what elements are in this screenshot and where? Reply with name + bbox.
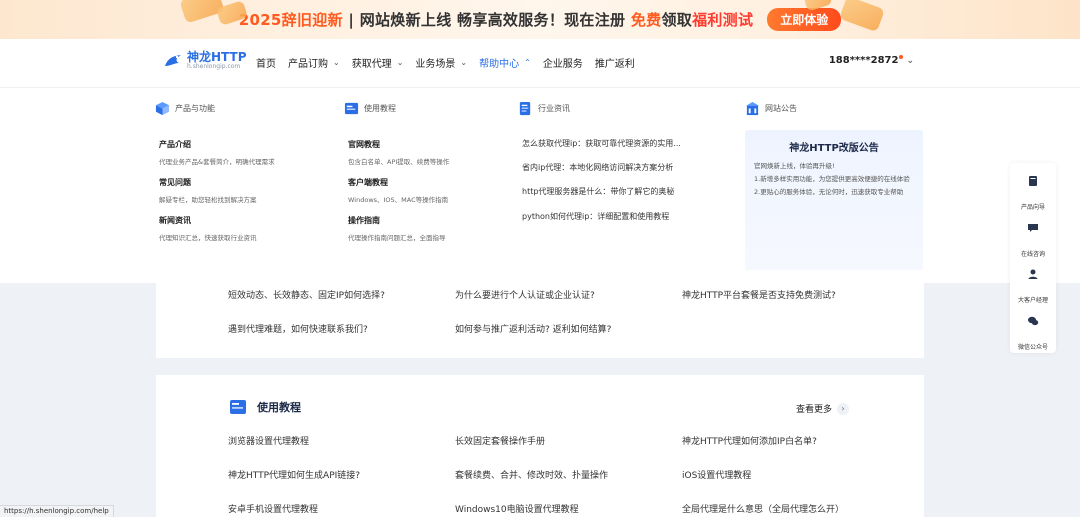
tutorial-section-header: 使用教程	[229, 399, 301, 415]
chat-icon	[1028, 224, 1038, 232]
nav-item-scenarios[interactable]: 业务场景 ⌄	[415, 55, 467, 70]
menu-item-product-intro[interactable]: 产品介绍 代理业务产品&套餐简介，明确代理需求	[159, 139, 275, 166]
document-icon	[519, 101, 531, 115]
col-head-label: 网站公告	[765, 103, 797, 113]
nav-item-referral[interactable]: 推广返利	[595, 55, 635, 70]
chevron-down-icon: ⌄	[906, 55, 914, 66]
tutorial-icon	[344, 102, 359, 114]
try-now-button[interactable]: 立即体验	[767, 8, 842, 31]
nav-item-get-proxy[interactable]: 获取代理 ⌄	[352, 55, 404, 70]
chevron-down-icon: ⌄	[460, 58, 468, 67]
col-announcements: 网站公告	[745, 100, 797, 116]
news-link[interactable]: 怎么获取代理ip：获取可靠代理资源的实用...	[522, 138, 681, 149]
menu-item-client-tutorial[interactable]: 客户端教程 Windows、IOS、MAC等操作指南	[348, 177, 448, 204]
nav-item-help-center[interactable]: 帮助中心 ⌃	[479, 55, 531, 70]
menu-item-news[interactable]: 新闻资讯 代理知识汇总，快速获取行业资讯	[159, 215, 257, 242]
floatbar-wechat[interactable]: 微信公众号	[1010, 315, 1056, 353]
tutorial-link[interactable]: 神龙HTTP代理如何添加IP白名单?	[682, 434, 817, 447]
announcement-line: 1.新增多样实用功能，为您提供更高效便捷的在线体验	[754, 175, 910, 183]
faq-link[interactable]: 遇到代理难题，如何快速联系我们?	[228, 322, 368, 335]
tutorial-link[interactable]: 全局代理是什么意思（全局代理怎么开）	[682, 502, 844, 515]
wechat-icon	[1028, 316, 1039, 326]
col-head-label: 使用教程	[364, 103, 396, 113]
chevron-up-icon: ⌃	[524, 58, 531, 67]
tutorial-link[interactable]: 套餐续费、合并、修改时效、扑量操作	[455, 468, 608, 481]
book-icon	[1029, 176, 1037, 186]
floatbar-account-manager[interactable]: 大客户经理	[1010, 268, 1056, 306]
logo[interactable]: 神龙HTTP h.shenlongip.com	[163, 51, 247, 71]
account-phone: 188****2872	[828, 55, 899, 66]
main-menu: 首页 产品订购 ⌄ 获取代理 ⌄ 业务场景 ⌄ 帮助中心 ⌃ 企业服务 推广返利	[256, 55, 647, 70]
top-nav: 神龙HTTP h.shenlongip.com 首页 产品订购 ⌄ 获取代理 ⌄ 业…	[0, 39, 1080, 87]
tutorial-link[interactable]: Windows10电脑设置代理教程	[455, 502, 579, 515]
notification-dot	[899, 54, 904, 59]
building-icon	[745, 101, 760, 115]
nav-item-enterprise[interactable]: 企业服务	[543, 55, 583, 70]
chevron-down-icon: ⌄	[333, 58, 340, 67]
status-url: https://h.shenlongip.com/help	[0, 505, 114, 517]
promo-year: 2025辞旧迎新	[238, 11, 343, 29]
faq-link[interactable]: 为什么要进行个人认证或企业认证?	[455, 288, 595, 301]
announcement-card[interactable]: 神龙HTTP改版公告 官网焕新上线，体验再升级! 1.新增多样实用功能，为您提供…	[745, 130, 923, 270]
menu-item-faq[interactable]: 常见问题 解疑专栏，助您轻松找到解决方案	[159, 177, 257, 204]
promo-benefit: 福利测试	[692, 11, 754, 29]
promo-text2: 领取	[661, 11, 693, 29]
faq-link[interactable]: 短效动态、长效静态、固定IP如何选择?	[228, 288, 385, 301]
cube-icon	[155, 101, 170, 115]
col-head-label: 产品与功能	[175, 103, 215, 113]
dragon-logo-icon	[163, 52, 183, 70]
announcement-line: 2.更贴心的服务体验，无论何时，迅速获取专业帮助	[754, 188, 904, 196]
promo-free: 免费	[630, 11, 662, 29]
floatbar-product-guide[interactable]: 产品向导	[1010, 175, 1056, 213]
tutorial-link[interactable]: iOS设置代理教程	[682, 468, 751, 481]
floating-toolbar: 产品向导 在线咨询 大客户经理 微信公众号	[1010, 163, 1056, 353]
col-tutorials: 使用教程	[344, 100, 396, 116]
col-product-features: 产品与功能	[155, 100, 215, 116]
menu-item-site-tutorial[interactable]: 官网教程 包含白名单、API提取、续费等操作	[348, 139, 449, 166]
promo-banner[interactable]: 2025辞旧迎新 | 网站焕新上线 畅享高效服务！现在注册 免费领取福利测试 立…	[0, 0, 1080, 39]
view-more-link[interactable]: 查看更多 ›	[796, 402, 850, 415]
help-center-dropdown: 产品与功能 产品介绍 代理业务产品&套餐简介，明确代理需求 常见问题 解疑专栏，…	[0, 87, 1080, 283]
section-title: 使用教程	[257, 401, 301, 414]
news-link[interactable]: python如何代理ip：详细配置和使用教程	[522, 211, 669, 222]
tutorial-link[interactable]: 长效固定套餐操作手册	[455, 434, 545, 447]
chevron-down-icon: ⌄	[396, 58, 404, 67]
floatbar-online-chat[interactable]: 在线咨询	[1010, 222, 1056, 260]
menu-item-guide[interactable]: 操作指南 代理操作指南问题汇总，全面指导	[348, 215, 446, 242]
chevron-right-icon: ›	[837, 402, 850, 415]
announcement-line: 官网焕新上线，体验再升级!	[754, 162, 835, 170]
account-menu[interactable]: 188****2872 ⌄	[828, 54, 914, 66]
news-link[interactable]: http代理服务器是什么：带你了解它的奥秘	[522, 186, 674, 197]
user-icon	[1028, 269, 1038, 279]
logo-domain: h.shenlongip.com	[187, 63, 241, 70]
nav-item-home[interactable]: 首页	[256, 55, 276, 70]
promo-text: | 网站焕新上线 畅享高效服务！现在注册	[342, 11, 631, 29]
faq-link[interactable]: 神龙HTTP平台套餐是否支持免费测试?	[682, 288, 836, 301]
gift-decoration-right	[839, 0, 885, 33]
tutorial-link[interactable]: 神龙HTTP代理如何生成API链接?	[228, 468, 360, 481]
tutorial-link[interactable]: 浏览器设置代理教程	[228, 434, 309, 447]
nav-item-products[interactable]: 产品订购 ⌄	[288, 55, 340, 70]
announcement-title: 神龙HTTP改版公告	[789, 143, 879, 154]
faq-link[interactable]: 如何参与推广返利活动? 返利如何结算?	[455, 322, 611, 335]
col-head-label: 行业资讯	[538, 103, 570, 113]
tutorial-link[interactable]: 安卓手机设置代理教程	[228, 502, 318, 515]
tutorial-icon	[230, 400, 246, 414]
news-link[interactable]: 省内ip代理：本地化网络访问解决方案分析	[522, 162, 673, 173]
logo-title: 神龙HTTP	[187, 50, 247, 64]
col-industry-news: 行业资讯	[518, 100, 570, 116]
